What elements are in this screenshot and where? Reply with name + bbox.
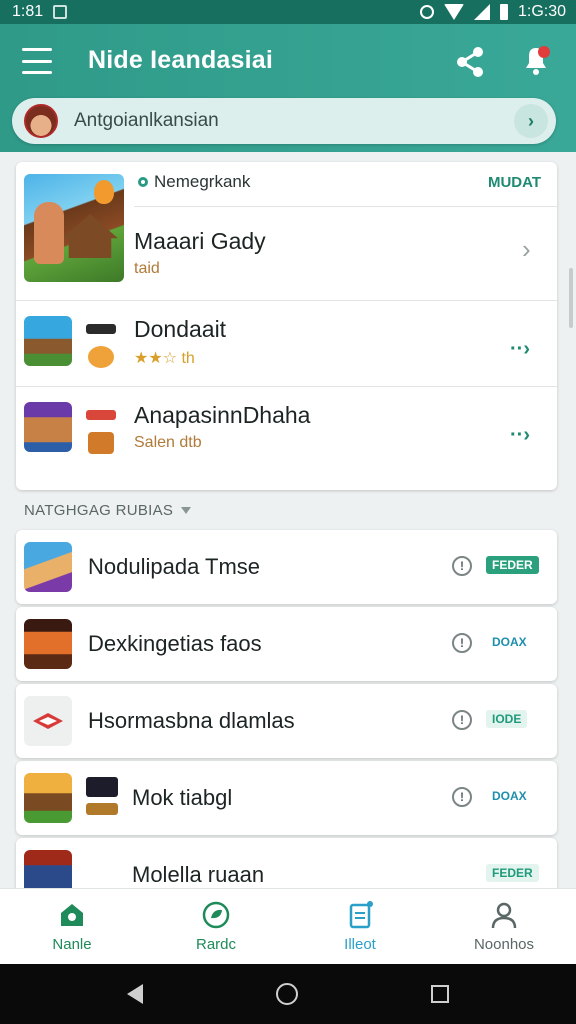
featured-tag: Nemegrkank xyxy=(138,172,250,192)
list-item-title[interactable]: Nodulipada Tmse xyxy=(88,554,260,580)
notification-bell-icon[interactable] xyxy=(518,42,554,78)
nav-label: Rardc xyxy=(195,936,236,953)
status-badge: FEDER xyxy=(486,864,539,882)
featured-action-button[interactable]: MUDAT xyxy=(488,174,541,191)
bottom-navigation: Nanle Rardc Illeot Noonhos xyxy=(0,888,576,964)
game-thumbnail[interactable] xyxy=(24,773,72,823)
nav-label: Nanle xyxy=(52,936,92,953)
info-icon[interactable]: ! xyxy=(452,556,472,576)
avatar[interactable] xyxy=(24,104,58,138)
tag-icon xyxy=(86,324,116,334)
status-badge: DOAX xyxy=(492,635,527,649)
back-icon[interactable] xyxy=(126,984,143,1004)
game-thumbnail[interactable] xyxy=(24,542,72,592)
list-item-title[interactable]: Hsormasbna dlamlas xyxy=(88,708,295,734)
featured-item-subtitle: Salen dtb xyxy=(134,434,202,451)
alarm-icon xyxy=(419,5,434,19)
featured-game-thumbnail[interactable] xyxy=(24,174,124,282)
tag-icon xyxy=(86,410,116,420)
section-title: NATGHGAG RUBIAS xyxy=(24,502,192,519)
featured-item-title[interactable]: Maaari Gady xyxy=(134,228,266,255)
search-bar[interactable]: Antgoianlkansian › xyxy=(12,98,556,144)
content: Nemegrkank MUDAT Maaari Gady taid › Dond… xyxy=(0,152,576,888)
list-item-title[interactable]: Molella ruaan xyxy=(132,862,264,888)
status-badge: FEDER xyxy=(486,556,539,574)
game-thumbnail[interactable] xyxy=(24,850,72,888)
list-item[interactable]: Dexkingetias faos ! DOAX xyxy=(16,607,557,681)
info-icon[interactable]: ! xyxy=(452,710,472,730)
menu-icon[interactable] xyxy=(22,48,52,74)
scrollbar[interactable] xyxy=(569,268,573,328)
info-icon[interactable]: ! xyxy=(452,787,472,807)
divider xyxy=(134,206,557,207)
rating-stars: ★★☆ th xyxy=(134,350,195,367)
status-badge: DOAX xyxy=(492,789,527,803)
nav-label: Noonhos xyxy=(473,936,535,953)
featured-card: Nemegrkank MUDAT Maaari Gady taid › Dond… xyxy=(16,162,557,490)
featured-tag-label: Nemegrkank xyxy=(154,172,251,191)
divider xyxy=(16,386,557,387)
chevron-right-icon[interactable]: › xyxy=(522,234,531,265)
status-badge: IODE xyxy=(486,710,528,728)
info-icon[interactable]: ! xyxy=(452,633,472,653)
divider xyxy=(16,300,557,301)
user-icon xyxy=(491,902,517,929)
clipboard-icon xyxy=(349,901,373,929)
signal-icon xyxy=(473,4,490,20)
status-time-left: 1:81 xyxy=(12,3,44,20)
game-thumbnail[interactable] xyxy=(24,696,72,746)
battery-icon xyxy=(499,4,508,20)
home-circle-icon[interactable] xyxy=(275,983,298,1005)
featured-item-title[interactable]: Dondaait xyxy=(134,316,226,343)
logo-icon xyxy=(33,713,63,729)
notification-icon xyxy=(53,5,68,19)
game-icon xyxy=(86,777,118,797)
status-time-right: 1:G:30 xyxy=(517,3,566,20)
badge-icon xyxy=(88,432,114,454)
tag-icon xyxy=(138,177,148,187)
list-item[interactable]: Nodulipada Tmse ! FEDER xyxy=(16,530,557,604)
list-item[interactable]: Hsormasbna dlamlas ! IODE xyxy=(16,684,557,758)
nav-item-games[interactable]: Rardc xyxy=(144,889,288,964)
chevron-right-icon[interactable]: ··› xyxy=(510,338,530,361)
chevron-right-icon[interactable]: ··› xyxy=(510,424,530,447)
nav-item-home[interactable]: Nanle xyxy=(0,889,144,964)
nav-item-list[interactable]: Illeot xyxy=(288,889,432,964)
search-go-icon[interactable]: › xyxy=(514,104,548,138)
system-navigation-bar xyxy=(0,964,576,1024)
list-item[interactable]: Molella ruaan FEDER xyxy=(16,838,557,888)
status-bar: 1:81 1:G:30 xyxy=(0,0,576,24)
list-item-title[interactable]: Mok tiabgl xyxy=(132,785,232,811)
leaf-icon xyxy=(202,901,230,929)
coin-icon xyxy=(88,346,114,368)
wifi-icon xyxy=(443,4,464,20)
game-thumbnail[interactable] xyxy=(24,316,72,366)
chevron-down-icon[interactable] xyxy=(181,507,192,514)
share-icon[interactable] xyxy=(452,44,488,80)
app-bar: Nide Ieandasiai Antgoianlkansian › xyxy=(0,24,576,152)
list-item[interactable]: Mok tiabgl ! DOAX xyxy=(16,761,557,835)
game-thumbnail[interactable] xyxy=(24,619,72,669)
tag-icon xyxy=(86,803,118,815)
list-item-title[interactable]: Dexkingetias faos xyxy=(88,631,262,657)
featured-item-subtitle: taid xyxy=(134,260,160,277)
search-input[interactable]: Antgoianlkansian xyxy=(74,110,514,132)
nav-label: Illeot xyxy=(344,936,376,953)
recent-apps-icon[interactable] xyxy=(431,985,450,1003)
section-title-label: NATGHGAG RUBIAS xyxy=(24,502,174,519)
app-title: Nide Ieandasiai xyxy=(88,46,274,74)
featured-item-title[interactable]: AnapasinnDhaha xyxy=(134,402,310,429)
game-thumbnail[interactable] xyxy=(24,402,72,452)
nav-item-profile[interactable]: Noonhos xyxy=(432,889,576,964)
home-icon xyxy=(61,904,83,926)
